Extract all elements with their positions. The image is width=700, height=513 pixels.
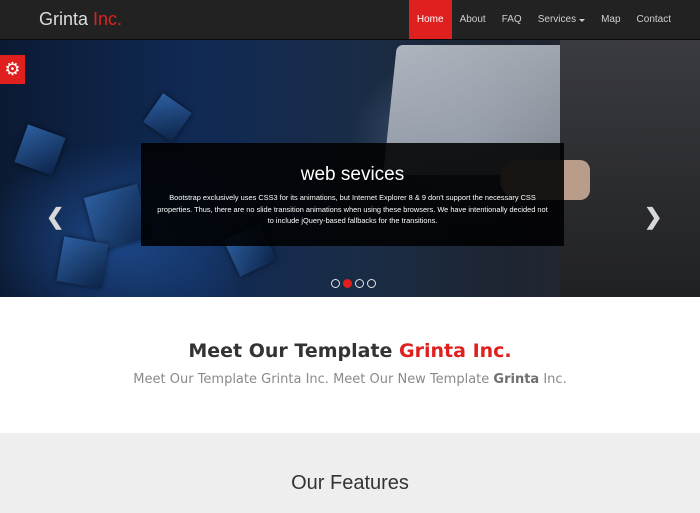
carousel-indicator-3[interactable] <box>355 279 364 288</box>
background-cube <box>143 93 192 142</box>
nav-item-contact[interactable]: Contact <box>629 0 679 39</box>
nav-item-map[interactable]: Map <box>593 0 628 39</box>
caption-text: Bootstrap exclusively uses CSS3 for its … <box>157 193 548 225</box>
main-nav: Home About FAQ Services Map Contact <box>408 0 679 39</box>
nav-item-home[interactable]: Home <box>408 0 452 39</box>
background-cube <box>14 124 66 176</box>
settings-button[interactable]: ⚙ <box>0 55 25 84</box>
intro-title: Meet Our Template Grinta Inc. <box>0 340 700 362</box>
carousel-indicator-4[interactable] <box>367 279 376 288</box>
nav-label-services: Services <box>537 14 577 25</box>
nav-label-home: Home <box>416 14 444 25</box>
navbar: Grinta Inc. Home About FAQ Services Map … <box>0 0 700 40</box>
carousel-prev-icon[interactable]: ❮ <box>46 204 64 230</box>
intro-sub-part2: Inc. <box>543 372 567 387</box>
nav-label-map: Map <box>601 14 621 25</box>
carousel-caption: web sevices Bootstrap exclusively uses C… <box>141 143 564 246</box>
nav-label-contact: Contact <box>636 14 671 25</box>
brand-name: Grinta <box>39 9 89 29</box>
background-cube <box>56 236 109 289</box>
nav-item-faq[interactable]: FAQ <box>494 0 530 39</box>
intro-title-main: Meet Our Template <box>188 340 393 362</box>
features-section: Our Features <box>0 433 700 513</box>
caption-title: web sevices <box>300 164 405 185</box>
caret-down-icon <box>579 18 586 22</box>
intro-sub-part1: Meet Our Template Grinta Inc. Meet Our N… <box>133 372 490 387</box>
features-title: Our Features <box>291 472 409 494</box>
nav-label-faq: FAQ <box>501 14 522 25</box>
brand-accent: Inc. <box>93 9 123 29</box>
nav-item-services[interactable]: Services <box>530 0 593 39</box>
gear-icon: ⚙ <box>4 59 21 79</box>
intro-sub-bold: Grinta <box>493 372 540 387</box>
carousel-indicators <box>331 279 376 288</box>
intro-subtitle: Meet Our Template Grinta Inc. Meet Our N… <box>0 372 700 387</box>
carousel-next-icon[interactable]: ❯ <box>644 204 662 230</box>
brand-logo[interactable]: Grinta Inc. <box>39 9 122 30</box>
nav-label-about: About <box>459 14 486 25</box>
carousel-indicator-2[interactable] <box>343 279 352 288</box>
nav-item-about[interactable]: About <box>452 0 494 39</box>
intro-title-accent: Grinta Inc. <box>399 340 512 362</box>
carousel-indicator-1[interactable] <box>331 279 340 288</box>
